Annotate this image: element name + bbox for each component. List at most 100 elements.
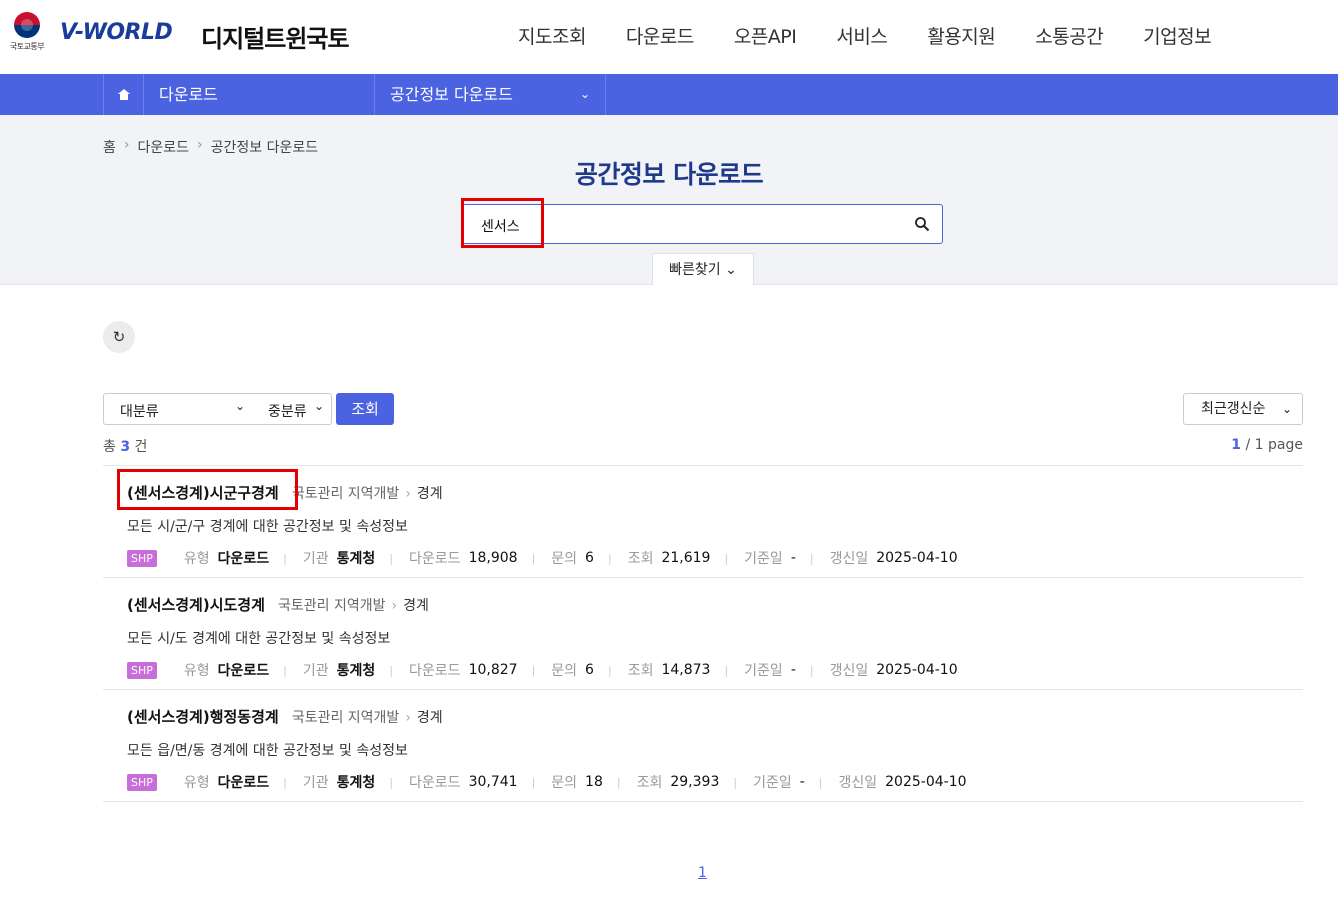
chevron-right-icon: › [391, 598, 398, 614]
meta-label: 기준일 [744, 663, 783, 679]
sub-brand[interactable]: 디지털트윈국토 [201, 19, 350, 54]
middle-category-select[interactable]: 중분류 [268, 401, 307, 421]
vworld-logo[interactable]: V-WORLD [60, 20, 173, 45]
result-title[interactable]: (센서스경계)행정동경계 [127, 706, 279, 727]
quick-find-button[interactable]: 빠른찾기 ⌄ [652, 253, 754, 285]
result-title[interactable]: (센서스경계)시도경계 [127, 594, 265, 615]
page-current: 1 [1231, 437, 1242, 453]
chevron-down-icon: ⌄ [1281, 402, 1292, 416]
pagination-page-1[interactable]: 1 [698, 865, 707, 881]
meta-label: 다운로드 [409, 551, 461, 567]
meta-org: 통계청 [336, 663, 376, 679]
chevron-down-icon: ⌄ [314, 399, 325, 413]
separator: | [283, 551, 287, 565]
category-sub: 경계 [416, 486, 443, 502]
separator: | [531, 775, 536, 789]
page-total: / 1 page [1245, 437, 1304, 453]
meta-inquiries: 18 [585, 774, 603, 790]
nav-community[interactable]: 소통공간 [1035, 22, 1103, 49]
subnav-level2[interactable]: 공간정보 다운로드 ⌄ [375, 74, 606, 115]
result-category: 국토관리 지역개발 › 경계 [278, 598, 429, 614]
separator: | [607, 663, 612, 677]
nav-support[interactable]: 활용지원 [927, 22, 995, 49]
major-category-select[interactable]: 대분류 [120, 401, 159, 421]
format-badge: SHP [127, 661, 157, 679]
meta-updated: 2025-04-10 [885, 774, 967, 790]
meta-label: 갱신일 [838, 775, 878, 791]
meta-type: 다운로드 [217, 775, 270, 791]
meta-org: 통계청 [336, 775, 376, 791]
nav-company[interactable]: 기업정보 [1143, 22, 1211, 49]
separator: | [724, 551, 729, 565]
meta-label: 문의 [551, 775, 578, 791]
breadcrumb-home[interactable]: 홈 [103, 137, 116, 157]
page-title: 공간정보 다운로드 [574, 160, 764, 189]
search-area: 홈 › 다운로드 › 공간정보 다운로드 공간정보 다운로드 센서스 빠른찾기 … [0, 115, 1338, 285]
separator: | [283, 775, 287, 789]
meta-inquiries: 6 [585, 662, 594, 678]
meta-label: 유형 [183, 663, 210, 679]
meta-label: 갱신일 [829, 551, 869, 567]
category-sub: 경계 [416, 710, 443, 726]
category-main: 국토관리 지역개발 [291, 486, 400, 502]
separator: | [616, 775, 621, 789]
site-header: 국토교통부 V-WORLD 디지털트윈국토 지도조회 다운로드 오픈API 서비… [0, 0, 1338, 74]
category-sub: 경계 [403, 598, 429, 614]
meta-label: 기준일 [744, 551, 783, 567]
main-nav: 지도조회 다운로드 오픈API 서비스 활용지원 소통공간 기업정보 [518, 22, 1251, 49]
sub-navigation-bar: 다운로드 공간정보 다운로드 ⌄ [0, 74, 1338, 115]
meta-label: 조회 [627, 551, 654, 567]
meta-label: 기관 [302, 775, 329, 791]
chevron-down-icon: ⌄ [725, 262, 737, 278]
ministry-name: 국토교통부 [9, 42, 45, 51]
home-button[interactable] [103, 74, 144, 115]
nav-service[interactable]: 서비스 [836, 22, 887, 49]
result-meta: SHP 유형 다운로드 | 기관 통계청 | 다운로드 30,741 | 문의 18 | 조회 2… [127, 772, 1297, 792]
divider [103, 465, 1303, 466]
total-count: 총 3 건 [103, 436, 147, 456]
taegeuk-emblem-icon [14, 12, 40, 38]
breadcrumb-download[interactable]: 다운로드 [138, 137, 190, 157]
ministry-logo[interactable]: 국토교통부 [6, 12, 48, 52]
nav-map[interactable]: 지도조회 [518, 22, 586, 49]
chevron-right-icon: › [123, 137, 130, 153]
nav-download[interactable]: 다운로드 [626, 22, 694, 49]
sort-select[interactable]: 최근갱신순 ⌄ [1183, 393, 1303, 425]
meta-base-date: - [790, 550, 796, 566]
chevron-right-icon: › [197, 137, 203, 153]
separator: | [724, 663, 729, 677]
sort-label: 최근갱신순 [1201, 401, 1266, 417]
meta-views: 21,619 [661, 550, 711, 566]
total-prefix: 총 [103, 439, 116, 455]
result-meta: SHP 유형 다운로드 | 기관 통계청 | 다운로드 18,908 | 문의 6 | 조회 21… [127, 548, 1297, 568]
title-highlight-box [117, 469, 298, 510]
meta-label: 조회 [636, 775, 663, 791]
filter-search-button[interactable]: 조회 [336, 393, 394, 425]
result-description: 모든 시/도 경계에 대한 공간정보 및 속성정보 [127, 631, 391, 647]
search-icon[interactable] [914, 216, 930, 232]
subnav-level1[interactable]: 다운로드 [144, 74, 375, 115]
separator: | [531, 551, 536, 565]
separator: | [531, 663, 536, 677]
page-info: 1 / 1 page [1231, 437, 1303, 453]
meta-org: 통계청 [336, 551, 376, 567]
total-suffix: 건 [134, 439, 148, 455]
result-category: 국토관리 지역개발 › 경계 [292, 710, 443, 726]
breadcrumb: 홈 › 다운로드 › 공간정보 다운로드 [103, 137, 318, 157]
meta-updated: 2025-04-10 [876, 662, 958, 678]
meta-updated: 2025-04-10 [876, 550, 958, 566]
format-badge: SHP [127, 549, 157, 567]
chevron-right-icon: › [405, 486, 411, 502]
divider [103, 801, 1303, 802]
category-main: 국토관리 지역개발 [278, 598, 386, 614]
nav-openapi[interactable]: 오픈API [734, 22, 797, 49]
refresh-button[interactable]: ↻ [103, 321, 135, 353]
separator: | [809, 663, 814, 677]
meta-downloads: 18,908 [468, 550, 518, 566]
subnav-level2-label: 공간정보 다운로드 [390, 85, 513, 104]
quick-find-label: 빠른찾기 [669, 262, 721, 278]
home-icon [117, 89, 130, 100]
meta-label: 기관 [302, 551, 329, 567]
separator: | [818, 775, 823, 789]
chevron-right-icon: › [405, 710, 411, 726]
